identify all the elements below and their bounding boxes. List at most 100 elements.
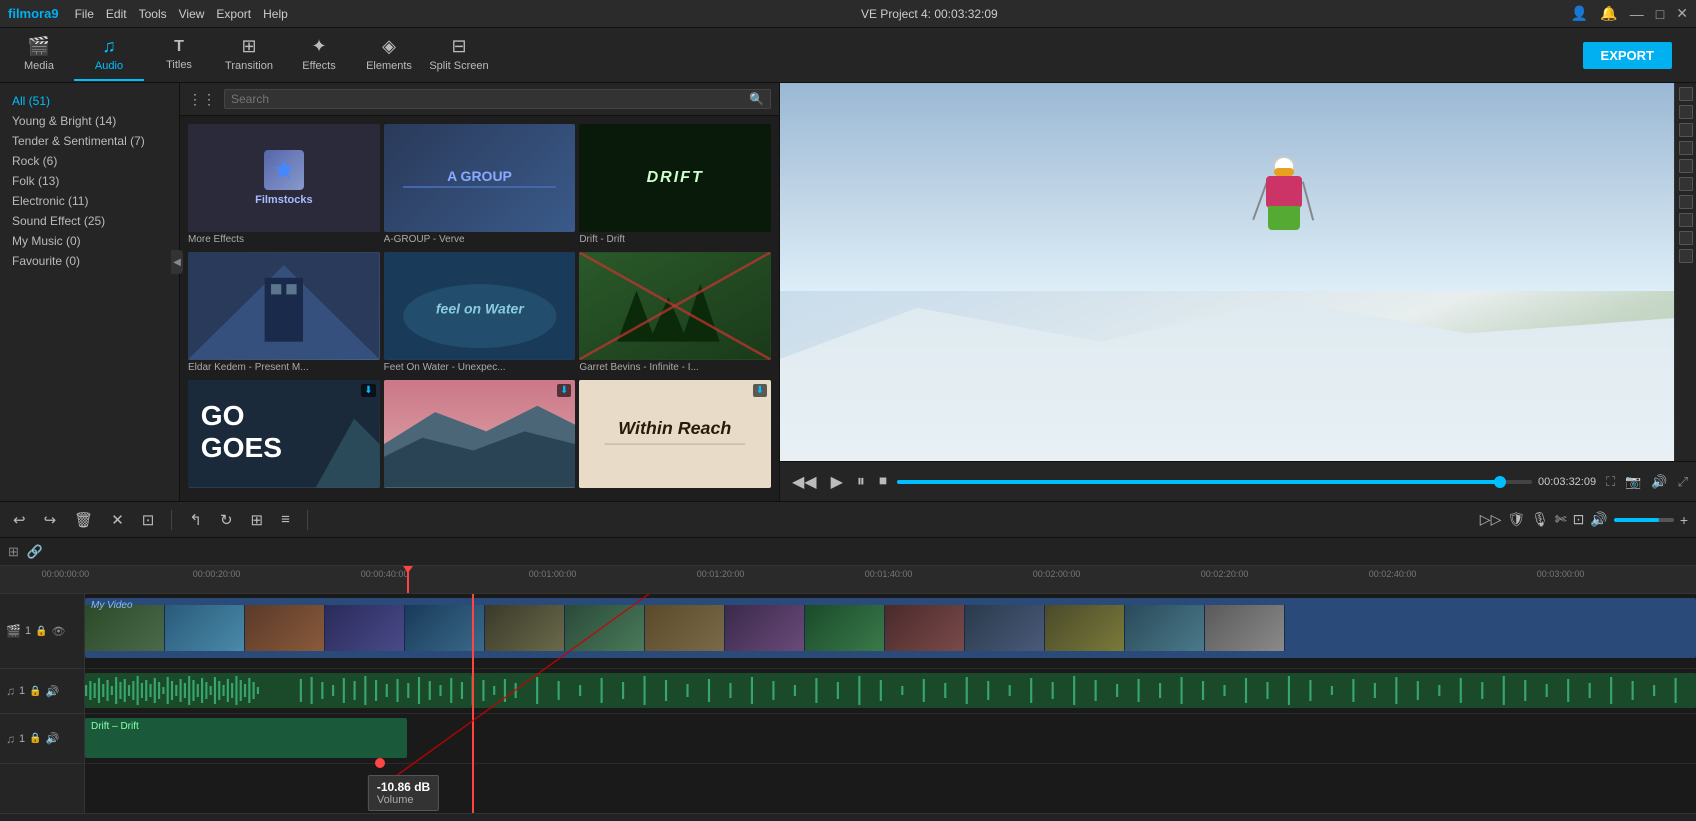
delete-button[interactable]: 🗑: [69, 508, 98, 532]
cut-button[interactable]: ✕: [106, 508, 129, 532]
media-item-eldar[interactable]: Eldar Kedem - Present M...: [188, 252, 380, 376]
crop-button[interactable]: ⊡: [137, 508, 160, 532]
mic-button[interactable]: 🎙: [1531, 511, 1549, 528]
minimize-button[interactable]: —: [1630, 6, 1644, 22]
shield-button[interactable]: 🛡: [1507, 511, 1525, 528]
media-item-garret[interactable]: Garret Bevins - Infinite - I...: [579, 252, 771, 376]
menu-view[interactable]: View: [179, 7, 205, 21]
progress-thumb[interactable]: [1494, 476, 1506, 488]
tab-audio[interactable]: ♫ Audio: [74, 29, 144, 81]
user-icon[interactable]: 👤: [1571, 5, 1588, 22]
checkbox-7[interactable]: [1679, 195, 1693, 209]
sidebar-item-young[interactable]: Young & Bright (14): [0, 111, 179, 131]
expand-icon[interactable]: ⤢: [1678, 474, 1688, 490]
menu-export[interactable]: Export: [216, 7, 251, 21]
search-input[interactable]: [231, 92, 745, 106]
video-eye-icon[interactable]: 👁: [52, 625, 66, 638]
redo-button[interactable]: ↪: [39, 508, 62, 532]
split-button[interactable]: ⊞: [246, 508, 269, 532]
checkbox-5[interactable]: [1679, 159, 1693, 173]
search-icon[interactable]: 🔍: [749, 92, 764, 106]
audio2-lock-icon[interactable]: 🔒: [29, 733, 41, 744]
audio-speaker-icon[interactable]: 🔊: [46, 685, 60, 698]
pause-button[interactable]: ⏸: [853, 471, 869, 493]
media-item-filmstocks[interactable]: Filmstocks More Effects: [188, 124, 380, 248]
play-button[interactable]: ▶: [827, 470, 847, 494]
media-item-a-group[interactable]: A GROUP A-GROUP - Verve: [384, 124, 576, 248]
audio-lock-icon[interactable]: 🔒: [29, 686, 41, 697]
horizontal-scrollbar[interactable]: [0, 813, 1696, 821]
menu-edit[interactable]: Edit: [106, 7, 127, 21]
download-badge-5[interactable]: ⬇: [361, 384, 375, 397]
media-item-6[interactable]: ⬇: [384, 380, 576, 493]
tab-media[interactable]: 🎬 Media: [4, 29, 74, 81]
fullscreen-icon[interactable]: ⛶: [1606, 474, 1615, 490]
download-badge-within[interactable]: ⬇: [753, 384, 767, 397]
sidebar-item-tender[interactable]: Tender & Sentimental (7): [0, 131, 179, 151]
link-icon[interactable]: 🔗: [27, 544, 43, 560]
sidebar-item-electronic[interactable]: Electronic (11): [0, 191, 179, 211]
tab-transition[interactable]: ⊞ Transition: [214, 29, 284, 81]
tab-effects[interactable]: ✦ Effects: [284, 29, 354, 81]
trim-button[interactable]: ≡: [276, 508, 295, 531]
frame-1: [165, 605, 245, 651]
video-lock-icon[interactable]: 🔒: [35, 626, 47, 637]
audio2-speaker-icon[interactable]: 🔊: [46, 732, 60, 745]
close-button[interactable]: ✕: [1676, 5, 1688, 22]
media-item-within[interactable]: Within Reach ⬇: [579, 380, 771, 493]
grid-view-icon[interactable]: ⋮⋮: [188, 91, 216, 108]
snap-button[interactable]: ⊡: [1573, 511, 1585, 528]
rewind-button[interactable]: ◀◀: [788, 470, 821, 494]
sidebar-item-soundeffect[interactable]: Sound Effect (25): [0, 211, 179, 231]
speaker-btn[interactable]: 🔊: [1590, 511, 1607, 528]
maximize-button[interactable]: □: [1656, 6, 1664, 22]
sidebar-item-folk[interactable]: Folk (13): [0, 171, 179, 191]
stop-button[interactable]: ⏹: [875, 471, 891, 493]
checkbox-4[interactable]: [1679, 141, 1693, 155]
audio-strip[interactable]: // Generate waveform bars inline: [85, 673, 1696, 708]
media-item-5[interactable]: GO GOES ⬇: [188, 380, 380, 493]
sidebar-item-mymusic[interactable]: My Music (0): [0, 231, 179, 251]
sidebar-item-all[interactable]: All (51): [0, 91, 179, 111]
menu-bar[interactable]: File Edit Tools View Export Help: [75, 7, 288, 21]
checkbox-8[interactable]: [1679, 213, 1693, 227]
svg-text:feel on Water: feel on Water: [436, 301, 525, 317]
add-track-icon[interactable]: ⊞: [8, 544, 19, 560]
menu-file[interactable]: File: [75, 7, 94, 21]
checkbox-9[interactable]: [1679, 231, 1693, 245]
rotate-left-button[interactable]: ↰: [184, 508, 207, 532]
playback-button[interactable]: ▷▷: [1480, 511, 1502, 528]
sidebar-collapse-button[interactable]: ◀: [171, 250, 183, 274]
sidebar-item-rock[interactable]: Rock (6): [0, 151, 179, 171]
video-strip[interactable]: My Video: [85, 598, 1696, 658]
tab-elements[interactable]: ◈ Elements: [354, 29, 424, 81]
rotate-right-button[interactable]: ↻: [215, 508, 238, 532]
speaker-icon[interactable]: 🔊: [1651, 474, 1667, 490]
video-track-row: My Video: [85, 594, 1696, 669]
film-frames: [85, 605, 1696, 658]
undo-button[interactable]: ↩: [8, 508, 31, 532]
audio-strip-drift[interactable]: Drift – Drift: [85, 718, 407, 758]
checkbox-1[interactable]: [1679, 87, 1693, 101]
tab-splitscreen[interactable]: ⊟ Split Screen: [424, 29, 494, 81]
audio-track2-row: Drift – Drift: [85, 714, 1696, 764]
download-badge-6[interactable]: ⬇: [557, 384, 571, 397]
progress-bar[interactable]: [897, 480, 1532, 484]
notifications-icon[interactable]: 🔔: [1600, 5, 1617, 22]
volume-more-button[interactable]: +: [1680, 512, 1688, 528]
checkbox-2[interactable]: [1679, 105, 1693, 119]
volume-slider[interactable]: [1614, 518, 1674, 522]
scissors-button[interactable]: ✄: [1555, 511, 1567, 528]
export-button[interactable]: EXPORT: [1583, 42, 1672, 69]
sidebar-item-favourite[interactable]: Favourite (0): [0, 251, 179, 271]
menu-tools[interactable]: Tools: [139, 7, 167, 21]
checkbox-6[interactable]: [1679, 177, 1693, 191]
volume-point-marker[interactable]: [375, 758, 385, 768]
tab-titles[interactable]: T Titles: [144, 29, 214, 81]
checkbox-10[interactable]: [1679, 249, 1693, 263]
screenshot-icon[interactable]: 📷: [1625, 474, 1641, 490]
media-item-feet[interactable]: feel on Water Feet On Water - Unexpec...: [384, 252, 576, 376]
media-item-drift[interactable]: DRIFT Drift - Drift: [579, 124, 771, 248]
checkbox-3[interactable]: [1679, 123, 1693, 137]
menu-help[interactable]: Help: [263, 7, 288, 21]
